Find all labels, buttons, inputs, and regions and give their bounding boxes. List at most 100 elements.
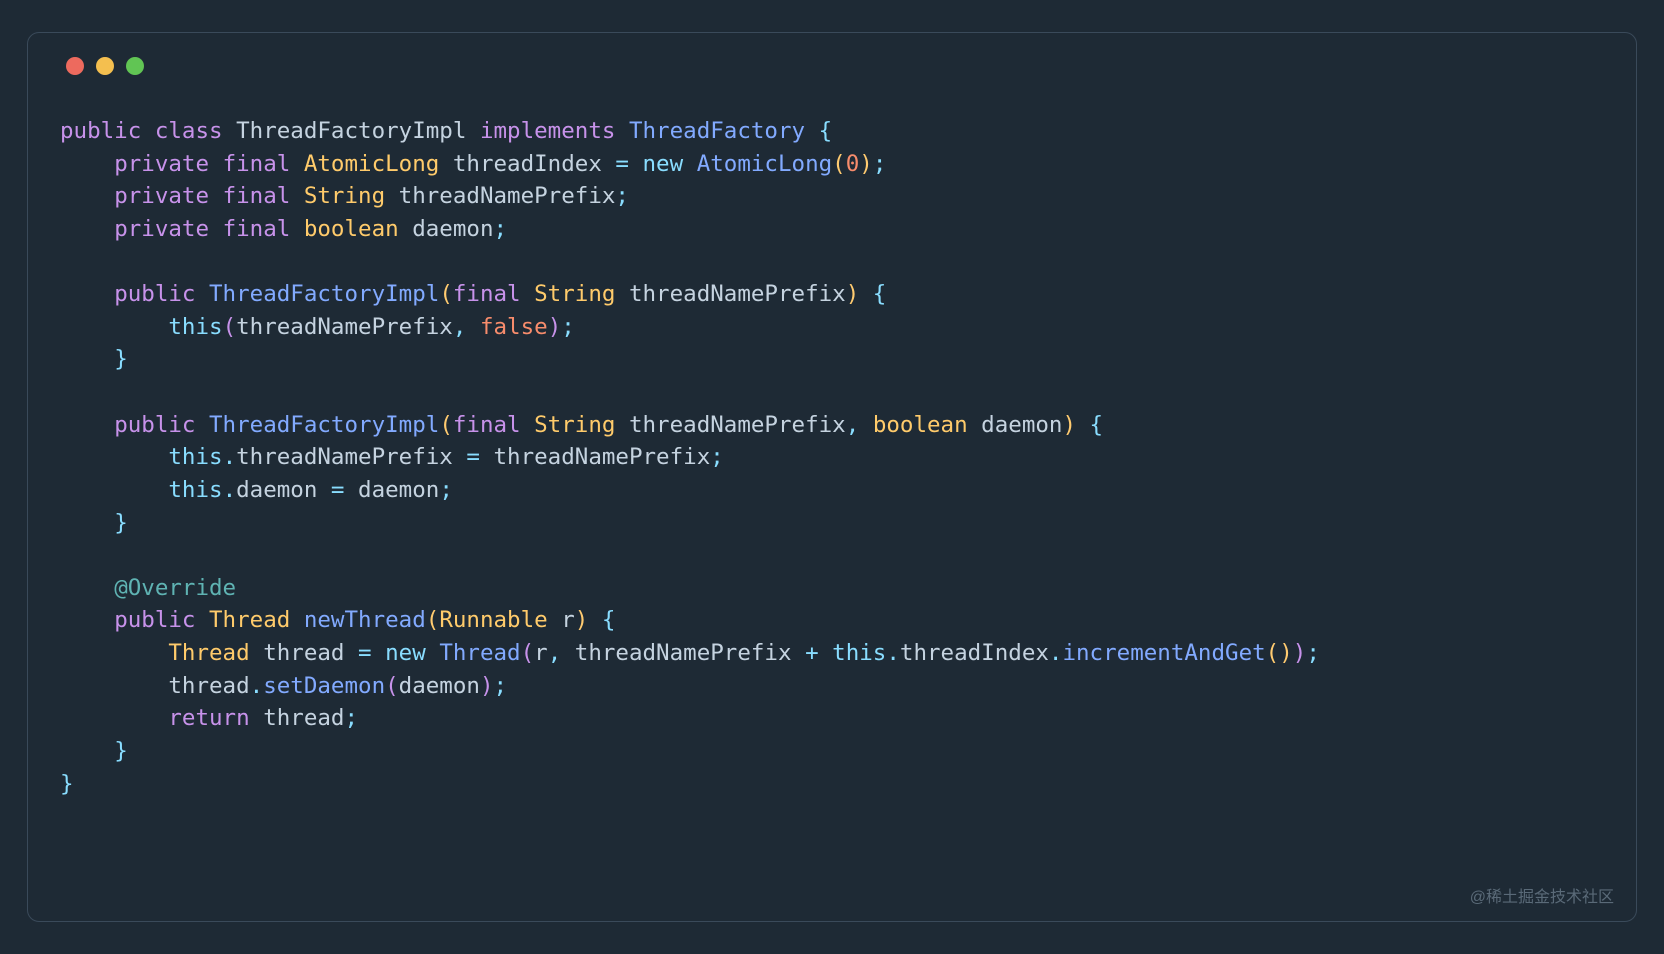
code-line: public ThreadFactoryImpl(final String th… [60, 278, 1604, 311]
code-token: 0 [846, 151, 860, 177]
code-token: private [114, 216, 222, 242]
code-token [60, 673, 168, 699]
code-token: threadNamePrefix [561, 640, 805, 666]
code-token: ( [223, 314, 237, 340]
code-token: String [534, 281, 615, 307]
code-token: daemon [399, 673, 480, 699]
code-token [60, 477, 168, 503]
code-token: this [168, 444, 222, 470]
code-token [466, 314, 480, 340]
code-token: ; [494, 673, 508, 699]
code-token: . [250, 673, 264, 699]
code-token: ; [710, 444, 724, 470]
code-token: boolean [304, 216, 399, 242]
code-token: private [114, 151, 222, 177]
code-token: Runnable [439, 607, 547, 633]
code-token: ; [561, 314, 575, 340]
code-line: Thread thread = new Thread(r, threadName… [60, 637, 1604, 670]
code-token: AtomicLong [697, 151, 832, 177]
code-token: ThreadFactory [629, 118, 805, 144]
code-token: ThreadFactoryImpl [236, 118, 466, 144]
code-line: private final String threadNamePrefix; [60, 180, 1604, 213]
code-token: public [60, 118, 155, 144]
code-token: threadNamePrefix [236, 444, 453, 470]
code-token: . [223, 477, 237, 503]
code-token: threadIndex [900, 640, 1049, 666]
code-token: ) [480, 673, 494, 699]
code-token [60, 510, 114, 536]
code-token: ; [873, 151, 887, 177]
code-window: public class ThreadFactoryImpl implement… [27, 32, 1637, 922]
code-token: daemon [236, 477, 317, 503]
code-token: { [588, 607, 615, 633]
code-line: private final boolean daemon; [60, 213, 1604, 246]
code-token: Thread [168, 640, 249, 666]
code-token: } [114, 346, 128, 372]
code-line: this.daemon = daemon; [60, 474, 1604, 507]
code-token: String [304, 183, 385, 209]
code-token: = [615, 151, 642, 177]
code-token: daemon [399, 216, 494, 242]
code-token [60, 183, 114, 209]
code-token: threadNamePrefix [615, 412, 845, 438]
code-token: ( [521, 640, 535, 666]
code-token [60, 607, 114, 633]
code-token [60, 216, 114, 242]
code-token: public [114, 412, 209, 438]
code-token: ThreadFactoryImpl [209, 281, 439, 307]
maximize-icon[interactable] [126, 57, 144, 75]
code-line: } [60, 768, 1604, 801]
code-token: setDaemon [263, 673, 385, 699]
code-token [60, 346, 114, 372]
code-token: ) [846, 281, 860, 307]
code-token: ) [1279, 640, 1293, 666]
code-token: implements [466, 118, 629, 144]
code-line: } [60, 735, 1604, 768]
code-token: threadNamePrefix [615, 281, 845, 307]
code-line: this.threadNamePrefix = threadNamePrefix… [60, 441, 1604, 474]
code-token: ) [1062, 412, 1076, 438]
close-icon[interactable] [66, 57, 84, 75]
code-token: false [480, 314, 548, 340]
code-token [60, 412, 114, 438]
code-token: } [114, 510, 128, 536]
code-token: ) [1293, 640, 1307, 666]
code-token: { [805, 118, 832, 144]
code-token: ; [1306, 640, 1320, 666]
code-token: , [548, 640, 562, 666]
code-token: new [385, 640, 439, 666]
code-token: = [453, 444, 494, 470]
code-token: = [358, 640, 385, 666]
code-token: } [60, 771, 74, 797]
code-token: r [534, 640, 548, 666]
code-token: thread [168, 673, 249, 699]
code-token: private [114, 183, 222, 209]
code-token: ) [548, 314, 562, 340]
code-token: ( [832, 151, 846, 177]
minimize-icon[interactable] [96, 57, 114, 75]
code-token: thread [250, 640, 358, 666]
code-token: return [168, 705, 263, 731]
code-line [60, 376, 1604, 409]
code-line [60, 246, 1604, 279]
code-token [290, 607, 304, 633]
code-token [60, 640, 168, 666]
code-token: newThread [304, 607, 426, 633]
code-token: ; [344, 705, 358, 731]
code-token: final [223, 151, 304, 177]
code-line: public Thread newThread(Runnable r) { [60, 604, 1604, 637]
code-token: ( [439, 281, 453, 307]
code-token: String [534, 412, 615, 438]
code-token: ; [439, 477, 453, 503]
code-token: { [859, 281, 886, 307]
code-token: . [1049, 640, 1063, 666]
code-token: , [846, 412, 860, 438]
code-block: public class ThreadFactoryImpl implement… [60, 115, 1604, 800]
code-token: } [114, 738, 128, 764]
code-token: Thread [439, 640, 520, 666]
code-line: this(threadNamePrefix, false); [60, 311, 1604, 344]
code-token [859, 412, 873, 438]
code-token: final [223, 216, 304, 242]
code-token: public [114, 281, 209, 307]
code-line: public class ThreadFactoryImpl implement… [60, 115, 1604, 148]
